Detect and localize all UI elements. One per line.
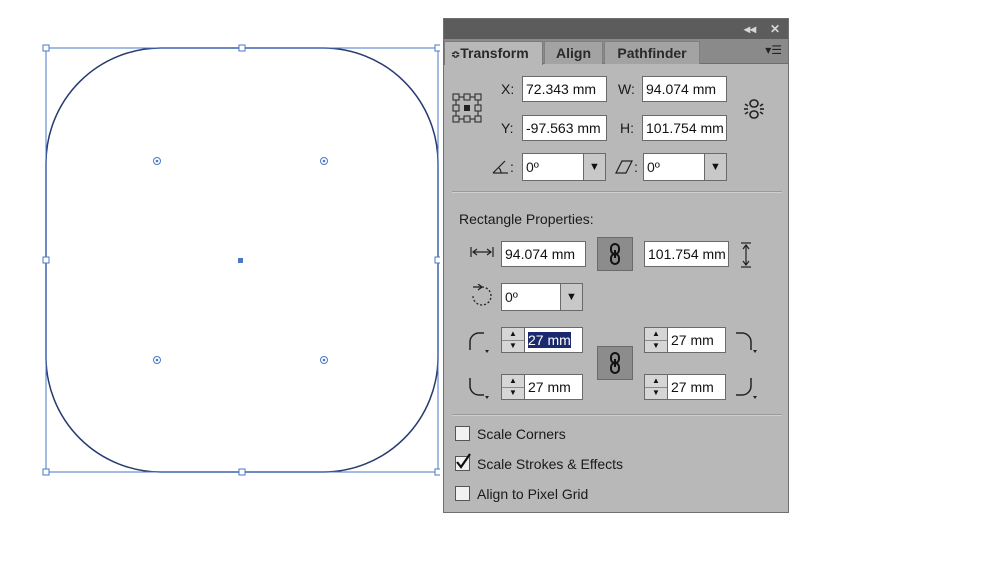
scale-corners-checkbox[interactable] bbox=[455, 426, 470, 441]
align-pixel-grid-label[interactable]: Align to Pixel Grid bbox=[477, 486, 588, 502]
rect-rotate-value[interactable]: 0º bbox=[501, 283, 561, 311]
artboard-canvas[interactable] bbox=[0, 0, 440, 585]
center-point bbox=[238, 258, 243, 263]
link-icon bbox=[610, 352, 620, 374]
rect-height-icon bbox=[741, 242, 751, 268]
rect-width-icon bbox=[470, 247, 494, 257]
scale-strokes-checkbox[interactable] bbox=[455, 453, 471, 471]
scale-corners-label[interactable]: Scale Corners bbox=[477, 426, 566, 442]
x-label: X: bbox=[501, 81, 515, 97]
handle-top-center[interactable] bbox=[238, 44, 246, 52]
corner-type-br-icon[interactable] bbox=[734, 376, 760, 402]
corner-tr-field[interactable]: 27 mm bbox=[667, 327, 726, 353]
handle-bottom-right[interactable] bbox=[434, 468, 440, 476]
corner-tl-field[interactable]: 27 mm bbox=[524, 327, 583, 353]
rect-rotate-combo[interactable]: 0º ▼ bbox=[501, 283, 583, 311]
stepper-down-icon[interactable]: ▼ bbox=[645, 387, 667, 399]
corner-br-field[interactable]: 27 mm bbox=[667, 374, 726, 400]
corner-type-bl-icon[interactable] bbox=[466, 376, 492, 402]
corner-tl-stepper[interactable]: ▲ ▼ bbox=[501, 327, 525, 353]
shear-combo[interactable]: 0º ▼ bbox=[643, 153, 727, 181]
tab-pathfinder[interactable]: Pathfinder bbox=[604, 41, 700, 64]
link-icon bbox=[610, 243, 620, 265]
rect-rotate-icon bbox=[472, 284, 492, 306]
rect-height-field[interactable]: 101.754 mm bbox=[644, 241, 729, 267]
corner-tl-value[interactable]: 27 mm bbox=[528, 332, 571, 348]
separator bbox=[452, 414, 782, 416]
tab-pathfinder-label: Pathfinder bbox=[617, 45, 687, 61]
corner-type-tl-icon[interactable] bbox=[466, 330, 492, 356]
rotate-angle-combo[interactable]: 0º ▼ bbox=[522, 153, 606, 181]
panel-menu-icon[interactable]: ▾☰ bbox=[765, 43, 782, 57]
rotate-angle-value[interactable]: 0º bbox=[522, 153, 584, 181]
handle-bottom-left[interactable] bbox=[42, 468, 50, 476]
panel-titlebar[interactable]: ◂◂ ✕ bbox=[444, 19, 788, 39]
tab-align-label: Align bbox=[556, 45, 591, 61]
shear-value[interactable]: 0º bbox=[643, 153, 705, 181]
rotate-angle-icon bbox=[492, 160, 508, 174]
scale-strokes-label[interactable]: Scale Strokes & Effects bbox=[477, 456, 623, 472]
angle-label: : bbox=[510, 159, 514, 175]
close-icon[interactable]: ✕ bbox=[770, 21, 780, 37]
h-field[interactable]: 101.754 mm bbox=[642, 115, 727, 141]
tab-transform[interactable]: ≎Transform bbox=[444, 41, 543, 65]
corner-br-stepper[interactable]: ▲ ▼ bbox=[644, 374, 668, 400]
transform-panel: ◂◂ ✕ ≎Transform Align Pathfinder ▾☰ X: 7… bbox=[443, 18, 789, 513]
corner-bl-field[interactable]: 27 mm bbox=[524, 374, 583, 400]
chevron-down-icon[interactable]: ▼ bbox=[560, 283, 583, 311]
checkmark-icon bbox=[456, 453, 471, 469]
reference-point-icon[interactable] bbox=[452, 93, 482, 123]
y-label: Y: bbox=[501, 120, 514, 136]
shear-icon bbox=[615, 160, 633, 174]
tab-arrows-icon: ≎ bbox=[451, 49, 461, 61]
tab-align[interactable]: Align bbox=[544, 41, 603, 64]
collapse-icon[interactable]: ◂◂ bbox=[744, 21, 756, 37]
handle-middle-right[interactable] bbox=[434, 256, 440, 264]
align-pixel-grid-checkbox[interactable] bbox=[455, 486, 470, 501]
y-field[interactable]: -97.563 mm bbox=[522, 115, 607, 141]
chevron-down-icon[interactable]: ▼ bbox=[583, 153, 606, 181]
chevron-down-icon[interactable]: ▼ bbox=[704, 153, 727, 181]
link-corners-button[interactable] bbox=[597, 346, 633, 380]
h-label: H: bbox=[620, 120, 634, 136]
stepper-down-icon[interactable]: ▼ bbox=[502, 340, 524, 352]
stepper-down-icon[interactable]: ▼ bbox=[645, 340, 667, 352]
w-label: W: bbox=[618, 81, 635, 97]
corner-type-tr-icon[interactable] bbox=[734, 330, 760, 356]
handle-bottom-center[interactable] bbox=[238, 468, 246, 476]
shear-label: : bbox=[634, 159, 638, 175]
x-field[interactable]: 72.343 mm bbox=[522, 76, 607, 102]
panel-tab-row: ≎Transform Align Pathfinder ▾☰ bbox=[444, 39, 788, 65]
rectangle-properties-heading: Rectangle Properties: bbox=[459, 211, 594, 227]
tab-transform-label: Transform bbox=[460, 45, 529, 61]
corner-tr-stepper[interactable]: ▲ ▼ bbox=[644, 327, 668, 353]
handle-top-right[interactable] bbox=[434, 44, 440, 52]
constrain-proportions-icon[interactable] bbox=[742, 97, 766, 121]
link-dimensions-button[interactable] bbox=[597, 237, 633, 271]
handle-top-left[interactable] bbox=[42, 44, 50, 52]
w-field[interactable]: 94.074 mm bbox=[642, 76, 727, 102]
separator bbox=[452, 191, 782, 193]
handle-middle-left[interactable] bbox=[42, 256, 50, 264]
stepper-down-icon[interactable]: ▼ bbox=[502, 387, 524, 399]
corner-bl-stepper[interactable]: ▲ ▼ bbox=[501, 374, 525, 400]
rect-width-field[interactable]: 94.074 mm bbox=[501, 241, 586, 267]
